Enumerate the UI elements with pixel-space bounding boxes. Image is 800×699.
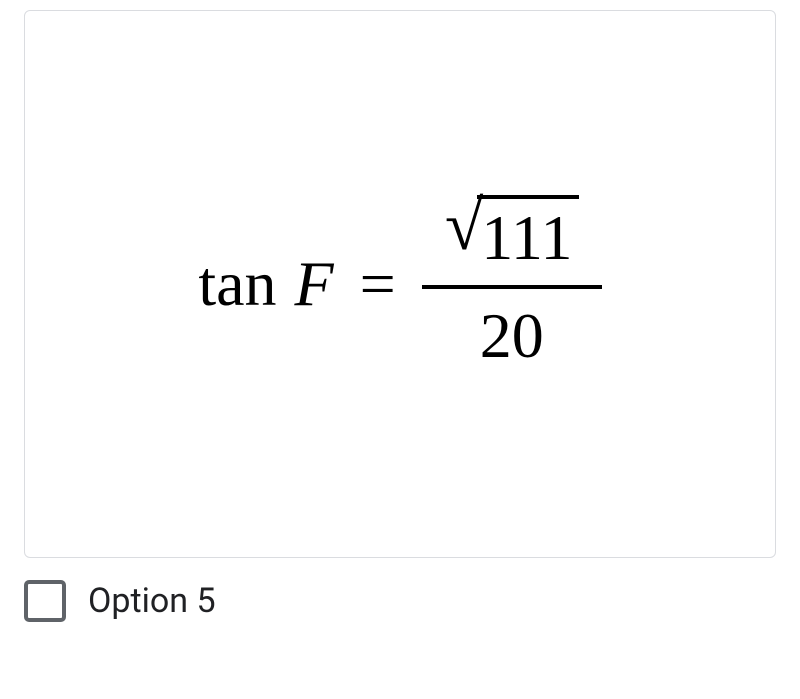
fraction: √ 111 20 [422, 195, 602, 373]
math-equation: tan F = √ 111 20 [198, 195, 601, 373]
function-name: tan [198, 247, 276, 321]
sqrt-icon: √ [445, 197, 483, 257]
numerator: √ 111 [439, 195, 585, 281]
square-root: √ 111 [445, 195, 579, 275]
option-label: Option 5 [88, 581, 216, 621]
equation-lhs: tan F [198, 247, 333, 321]
fraction-line [422, 285, 602, 289]
variable: F [295, 247, 334, 321]
equals-sign: = [360, 247, 396, 321]
radicand: 111 [477, 195, 578, 275]
denominator: 20 [474, 293, 550, 373]
option-card[interactable]: tan F = √ 111 20 [24, 10, 776, 558]
option-row: Option 5 [24, 580, 776, 622]
option-checkbox[interactable] [24, 580, 66, 622]
